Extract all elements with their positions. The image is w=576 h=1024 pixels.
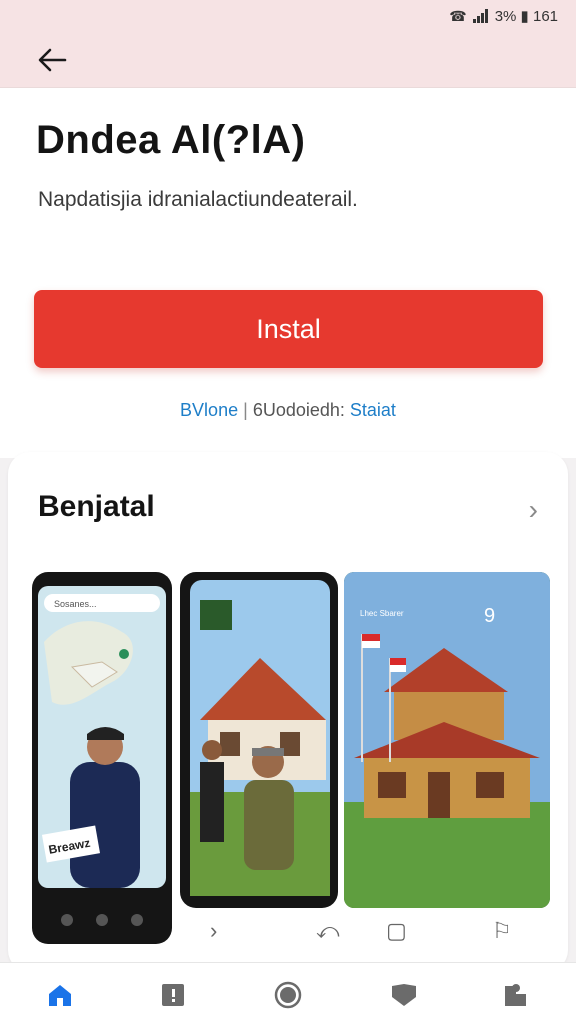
puzzle-icon xyxy=(505,984,526,1006)
map-screenshot-image: Sosanes... Breawz xyxy=(38,586,166,926)
nav-news[interactable] xyxy=(155,977,191,1013)
screenshots-card: Benjatal › Sosanes... Breawz 9 Lhec Sbar… xyxy=(8,452,568,972)
screenshot-1[interactable]: Sosanes... Breawz xyxy=(32,572,172,944)
meta-separator: | xyxy=(243,400,248,420)
record-icon xyxy=(274,981,302,1009)
screenshots-title: Benjatal xyxy=(38,490,155,523)
install-button[interactable]: Instal xyxy=(34,290,543,368)
app-title: Dndea Al(?lA) xyxy=(36,118,306,162)
flag-icon[interactable]: ⚐ xyxy=(492,918,512,944)
traditional-house-image: 9 Lhec Sbarer xyxy=(344,572,550,908)
screenshot-3[interactable]: 9 Lhec Sbarer xyxy=(344,572,550,908)
reply-icon[interactable]: ⤺ xyxy=(316,918,340,944)
nav-record[interactable] xyxy=(270,977,306,1013)
meta-middle: 6Uodoiedh: xyxy=(252,400,345,420)
heart-icon xyxy=(392,984,416,1006)
nav-favorites[interactable] xyxy=(386,977,422,1013)
map-search-text: Sosanes... xyxy=(54,599,97,609)
status-text: 3% ▮ 161 xyxy=(494,8,558,25)
arrow-back-icon xyxy=(38,48,67,72)
news-icon xyxy=(162,984,184,1006)
home-icon xyxy=(49,985,71,1006)
shot3-time: 9 xyxy=(484,605,495,627)
app-meta-line: BVlone | 6Uodoiedh: Staiat xyxy=(0,400,576,421)
bottom-navigation xyxy=(0,962,576,1024)
app-description: Napdatisjia idranialactiundeaterail. xyxy=(38,188,358,211)
house-photo-image xyxy=(190,580,330,896)
app-header-section: Dndea Al(?lA) Napdatisjia idranialactiun… xyxy=(0,88,576,458)
square-icon[interactable]: ▢ xyxy=(386,918,407,944)
chevron-right-icon[interactable]: › xyxy=(529,494,538,526)
share-icon[interactable]: › xyxy=(210,918,217,944)
alarm-icon: ☎ xyxy=(449,7,467,24)
status-bar: ☎ 3% ▮ 161 xyxy=(0,0,576,32)
top-app-bar xyxy=(0,32,576,88)
meta-link-right[interactable]: Staiat xyxy=(350,400,396,420)
shot3-label: Lhec Sbarer xyxy=(360,609,404,618)
back-button[interactable] xyxy=(34,42,70,78)
screenshot-carousel[interactable]: Sosanes... Breawz 9 Lhec Sbarer xyxy=(30,572,550,944)
screenshot-2[interactable] xyxy=(180,572,338,908)
nav-extensions[interactable] xyxy=(498,977,534,1013)
meta-link-left[interactable]: BVlone xyxy=(180,400,238,420)
signal-icon xyxy=(472,9,488,23)
screenshot-action-row: › ⤺ ▢ ⚐ xyxy=(30,914,550,954)
nav-home[interactable] xyxy=(42,977,78,1013)
